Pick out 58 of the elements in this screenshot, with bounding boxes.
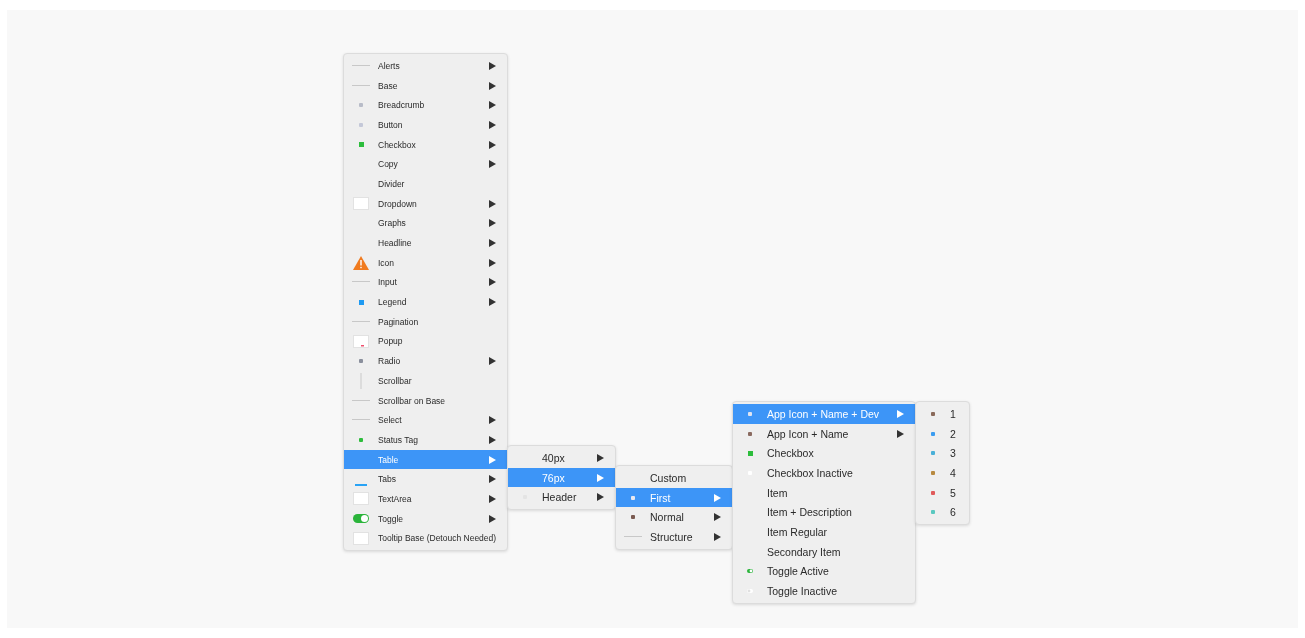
line-icon [352, 419, 370, 422]
menu-item[interactable]: Structure [616, 527, 732, 547]
menu-item[interactable]: Legend [344, 292, 507, 312]
swatch-icon [353, 197, 369, 211]
menu-item[interactable]: Checkbox [733, 443, 915, 464]
menu-item[interactable]: 40px [508, 448, 615, 468]
menu-item[interactable]: Toggle Inactive [733, 581, 915, 601]
menu-item[interactable]: Base [344, 75, 507, 96]
menu-item[interactable]: Tooltip Base (Detouch Needed) [344, 528, 507, 549]
menu-item[interactable]: Input [344, 272, 507, 293]
menu-item[interactable]: Divider [344, 174, 507, 194]
menu-item[interactable]: Item [733, 482, 915, 503]
menu-item[interactable]: Checkbox Inactive [733, 463, 915, 483]
menu-item[interactable]: 4 [916, 463, 969, 483]
menu-item[interactable]: 3 [916, 443, 969, 464]
menu-item[interactable]: Pagination [344, 311, 507, 332]
menu-item[interactable]: Item Regular [733, 522, 915, 542]
menu-item[interactable]: Radio [344, 351, 507, 371]
menu-item[interactable]: Button [344, 115, 507, 135]
line-icon [352, 320, 370, 323]
line-icon [352, 64, 370, 67]
menu-item[interactable]: Toggle Active [733, 561, 915, 582]
menu-item[interactable]: Custom [616, 468, 732, 488]
menu-item[interactable]: Popup [344, 331, 507, 352]
menu-item[interactable]: Status Tag [344, 430, 507, 450]
swatch-icon [353, 531, 369, 545]
toggle-icon [353, 514, 369, 524]
menu-item[interactable]: 2 [916, 423, 969, 444]
line-icon [352, 399, 370, 402]
menu-item[interactable]: Normal [616, 507, 732, 528]
menu-item[interactable]: Alerts [344, 56, 507, 76]
swatch-icon [353, 492, 369, 506]
line-icon [352, 281, 370, 284]
menu-item[interactable]: Tabs [344, 469, 507, 490]
menu-item[interactable]: Icon [344, 252, 507, 273]
warning-icon [353, 255, 369, 270]
menu-item[interactable]: Select [344, 410, 507, 431]
menu-item[interactable]: App Icon + Name [733, 423, 915, 444]
menu-item[interactable]: Secondary Item [733, 541, 915, 562]
menu-item[interactable]: Header [508, 487, 615, 508]
popup-icon [353, 334, 369, 348]
line-icon [352, 84, 370, 87]
menu-item[interactable]: Checkbox [344, 134, 507, 155]
tab-underline-icon [355, 484, 367, 487]
menu-item[interactable]: Headline [344, 233, 507, 253]
menu-item[interactable]: Toggle [344, 508, 507, 529]
menu-item[interactable]: Copy [344, 154, 507, 175]
menu-item[interactable]: 1 [916, 404, 969, 424]
menu-item[interactable]: Scrollbar on Base [344, 390, 507, 411]
menu-item[interactable]: TextArea [344, 489, 507, 509]
menu-item[interactable]: Dropdown [344, 193, 507, 214]
menu-item[interactable]: Scrollbar [344, 371, 507, 391]
menu-item[interactable]: 6 [916, 502, 969, 523]
menu-item[interactable]: 5 [916, 482, 969, 503]
menu-item[interactable]: Graphs [344, 213, 507, 234]
menu-item[interactable]: Breadcrumb [344, 95, 507, 116]
line-icon [624, 535, 642, 538]
menu-item[interactable]: Item + Description [733, 502, 915, 523]
